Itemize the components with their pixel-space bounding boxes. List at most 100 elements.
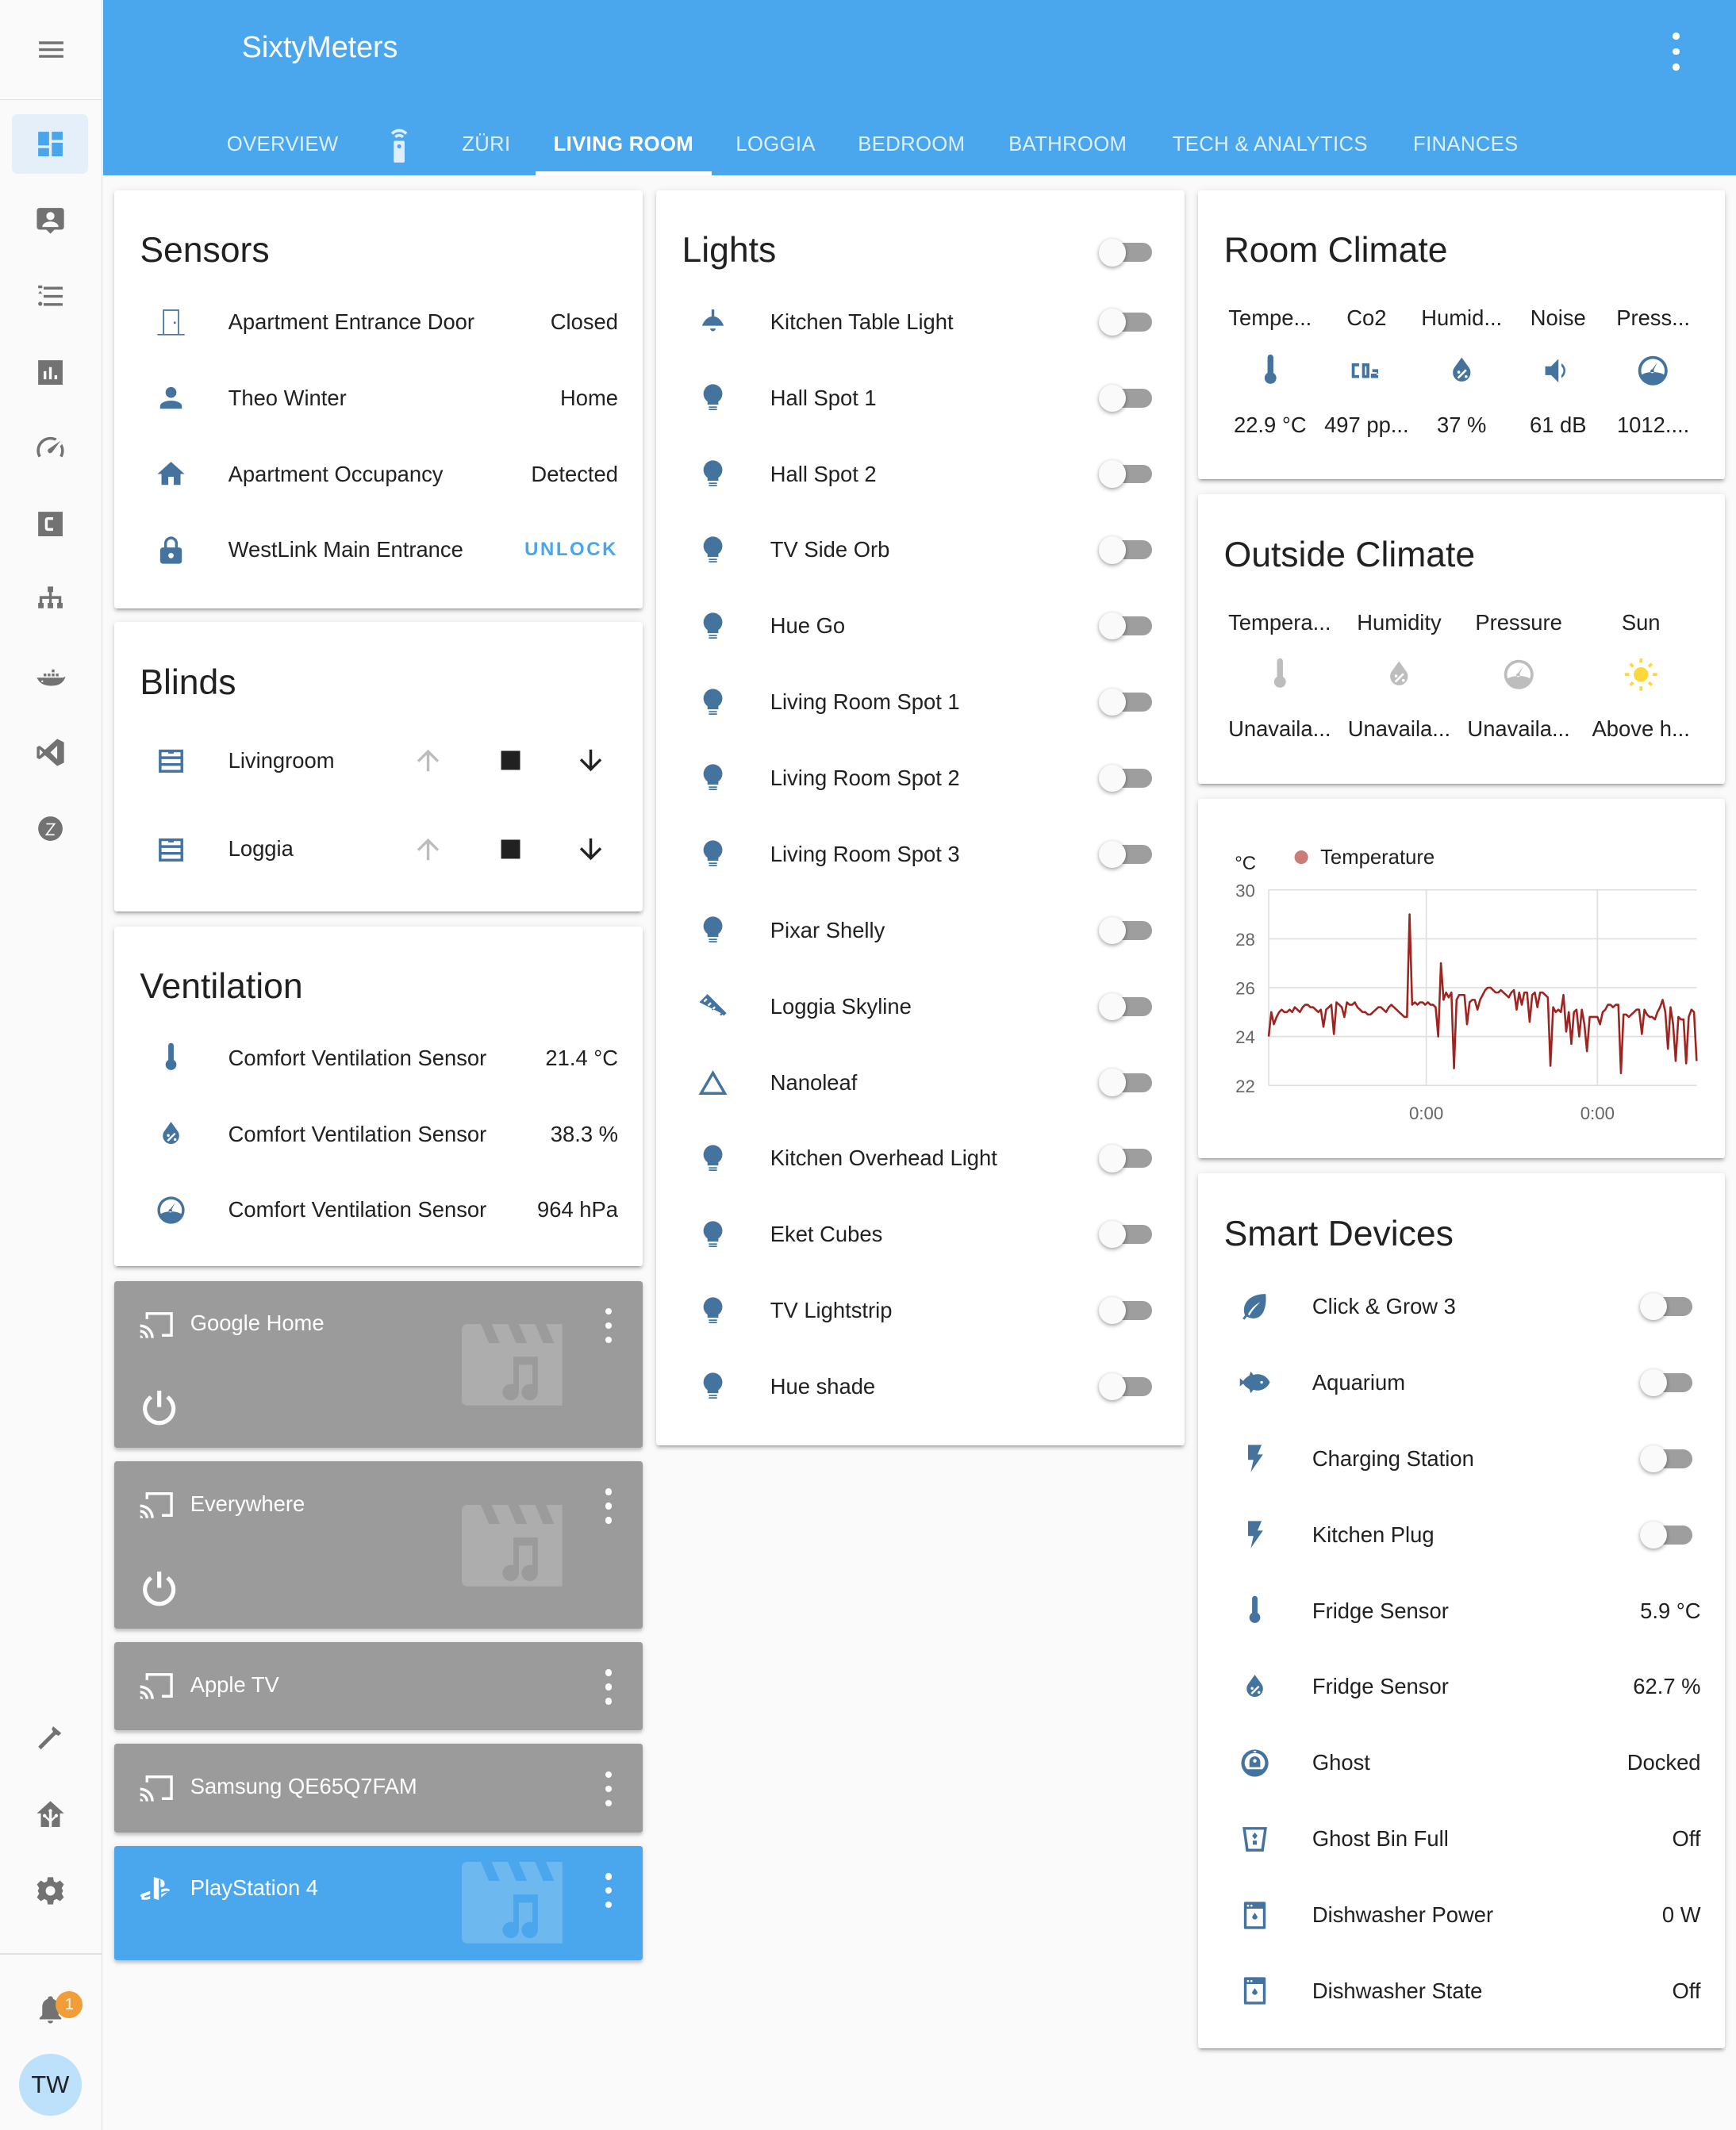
climate-item[interactable]: Tempera... Unavaila... [1221,610,1338,743]
sidebar-item-network[interactable] [12,570,88,630]
user-avatar[interactable]: TW [18,2053,82,2117]
sidebar-item-supervisor[interactable] [12,1785,88,1844]
open-cover-button[interactable] [409,830,447,868]
light-row[interactable]: Loggia Skyline [656,979,1185,1033]
sidebar-item-logbook[interactable] [12,267,88,326]
unlock-button[interactable]: UNLOCK [524,539,618,561]
climate-item[interactable]: Noise 61 dB [1509,305,1607,438]
media-player-card[interactable]: Apple TV [113,1641,643,1731]
media-player-card[interactable]: PlayStation 4 [113,1845,643,1960]
light-toggle[interactable] [1099,536,1152,564]
sidebar-item-vscode[interactable] [12,723,88,782]
media-menu-button[interactable] [603,1872,614,1909]
power-button[interactable] [139,1387,179,1427]
device-row[interactable]: Kitchen Plug [1198,1507,1725,1561]
overflow-menu-button[interactable] [1663,33,1690,71]
sensor-row[interactable]: Apartment Entrance Door Closed [114,295,643,349]
light-toggle[interactable] [1099,1221,1152,1249]
tab-overview[interactable]: OVERVIEW [212,114,353,175]
light-row[interactable]: Hall Spot 1 [656,370,1185,424]
sidebar-item-overview[interactable] [12,113,89,175]
light-toggle[interactable] [1099,1297,1152,1325]
device-row[interactable]: Ghost Bin Full Off [1198,1812,1725,1866]
light-row[interactable]: Nanoleaf [656,1055,1185,1109]
light-row[interactable]: Kitchen Table Light [656,295,1185,349]
device-row[interactable]: Click & Grow 3 [1198,1280,1725,1334]
tab-bedroom[interactable]: BEDROOM [845,114,978,175]
media-menu-button[interactable] [603,1771,614,1807]
light-toggle[interactable] [1099,308,1152,336]
lights-master-toggle[interactable] [1099,239,1152,267]
close-cover-button[interactable] [572,742,610,780]
light-row[interactable]: Kitchen Overhead Light [656,1131,1185,1185]
light-row[interactable]: Eket Cubes [656,1207,1185,1261]
light-row[interactable]: Living Room Spot 2 [656,751,1185,805]
stop-cover-button[interactable] [492,830,530,868]
light-row[interactable]: TV Side Orb [656,523,1185,577]
light-toggle[interactable] [1099,840,1152,869]
tab-zuri[interactable]: ZÜRI [446,114,528,175]
tab-bathroom[interactable]: BATHROOM [994,114,1141,175]
device-toggle[interactable] [1639,1292,1693,1321]
sensor-row[interactable]: Comfort Ventilation Sensor 964 hPa [114,1183,643,1237]
device-row[interactable]: Ghost Docked [1198,1736,1725,1790]
sidebar-item-settings[interactable] [12,1861,88,1921]
device-row[interactable]: Dishwasher Power 0 W [1198,1888,1725,1942]
media-menu-button[interactable] [603,1488,614,1524]
sidebar-item-developer-tools[interactable] [12,1709,88,1768]
device-row[interactable]: Fridge Sensor 62.7 % [1198,1660,1725,1714]
light-toggle[interactable] [1099,689,1152,716]
device-row[interactable]: Dishwasher State Off [1198,1964,1725,2018]
sensor-row[interactable]: Comfort Ventilation Sensor 38.3 % [114,1107,643,1161]
tab-remote[interactable] [372,114,426,175]
light-row[interactable]: Living Room Spot 3 [656,827,1185,881]
light-toggle[interactable] [1099,612,1152,640]
light-toggle[interactable] [1099,460,1152,488]
device-toggle[interactable] [1639,1368,1693,1397]
light-row[interactable]: Pixar Shelly [656,904,1185,958]
sidebar-item-c[interactable] [12,494,88,554]
media-menu-button[interactable] [603,1669,614,1705]
sidebar-item-history[interactable] [12,342,88,401]
sidebar-item-docker[interactable] [12,647,88,706]
light-toggle[interactable] [1099,1372,1152,1401]
media-player-card[interactable]: Google Home [113,1280,643,1449]
tab-living-room[interactable]: LIVING ROOM [535,114,712,175]
device-toggle[interactable] [1639,1521,1693,1549]
light-row[interactable]: Living Room Spot 1 [656,675,1185,729]
temperature-history-card[interactable]: °C Temperature 30 28 26 24 22 0:00 0:00 [1198,798,1726,1159]
light-toggle[interactable] [1099,1145,1152,1172]
device-row[interactable]: Charging Station [1198,1432,1725,1486]
light-toggle[interactable] [1099,764,1152,793]
device-toggle[interactable] [1639,1445,1693,1472]
power-button[interactable] [139,1568,179,1608]
climate-item[interactable]: Tempe... 22.9 °C [1221,305,1319,438]
light-row[interactable]: Hall Spot 2 [656,447,1185,501]
light-toggle[interactable] [1099,992,1152,1020]
climate-item[interactable]: Pressure Unavaila... [1460,610,1577,743]
media-player-card[interactable]: Everywhere [113,1461,643,1629]
media-menu-button[interactable] [603,1307,614,1344]
tab-loggia[interactable]: LOGGIA [723,114,829,175]
sensor-row[interactable]: Theo Winter Home [114,370,643,424]
climate-item[interactable]: Humidity Unavaila... [1341,610,1458,743]
tab-finances[interactable]: FINANCES [1399,114,1532,175]
sensor-row[interactable]: Apartment Occupancy Detected [114,447,643,501]
light-toggle[interactable] [1099,916,1152,944]
sidebar-item-account[interactable] [12,190,88,250]
menu-button[interactable] [0,0,102,100]
climate-item[interactable]: Humid... 37 % [1413,305,1511,438]
light-toggle[interactable] [1099,1069,1152,1096]
stop-cover-button[interactable] [492,742,530,780]
open-cover-button[interactable] [409,742,447,780]
tab-tech-analytics[interactable]: TECH & ANALYTICS [1158,114,1383,175]
sidebar-item-zwave[interactable] [12,799,88,858]
media-player-card[interactable]: Samsung QE65Q7FAM [113,1744,643,1833]
climate-item[interactable]: Sun Above h... [1583,610,1700,743]
climate-item[interactable]: Press... 1012.... [1604,305,1702,438]
close-cover-button[interactable] [572,830,610,868]
light-row[interactable]: Hue shade [656,1360,1185,1414]
device-row[interactable]: Fridge Sensor 5.9 °C [1198,1583,1725,1637]
sensor-row[interactable]: Comfort Ventilation Sensor 21.4 °C [114,1030,643,1084]
light-toggle[interactable] [1099,384,1152,412]
